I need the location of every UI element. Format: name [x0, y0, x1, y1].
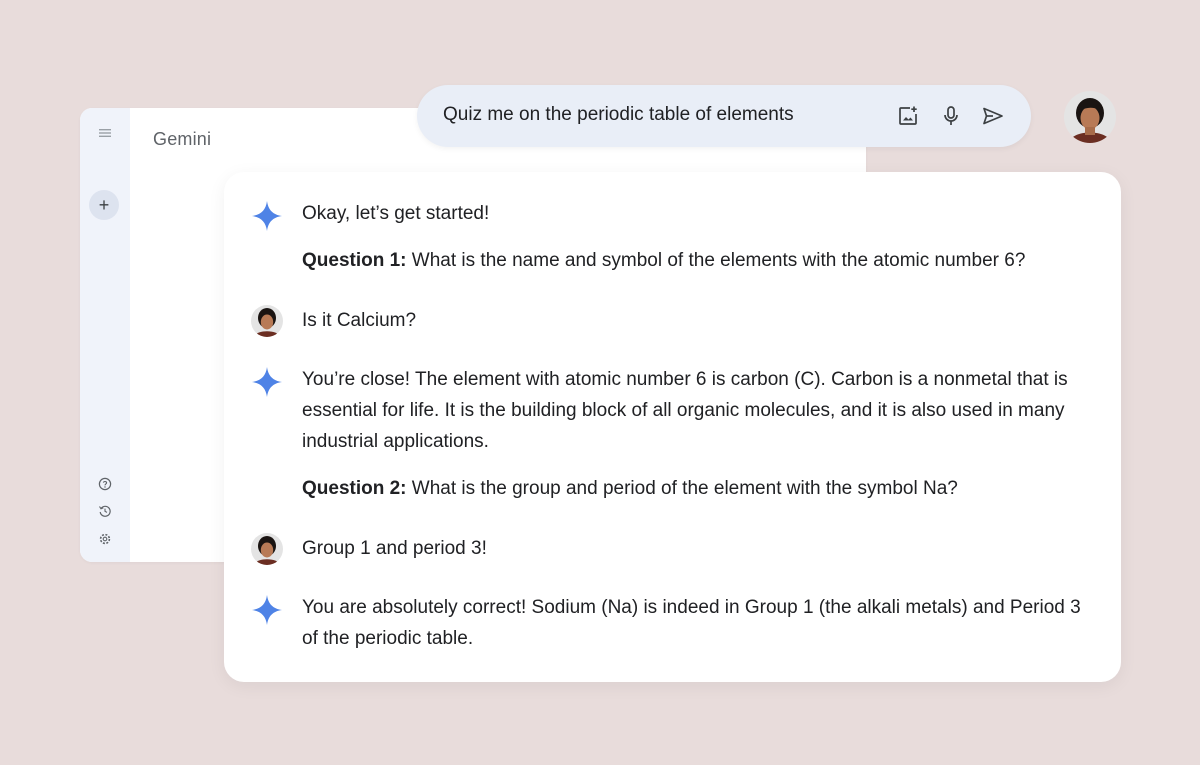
- message-text: Okay, let’s get started!: [302, 203, 490, 224]
- message-text: You’re close! The element with atomic nu…: [302, 369, 1068, 452]
- send-icon[interactable]: [981, 104, 1005, 128]
- question-text: What is the group and period of the elem…: [406, 478, 958, 499]
- plus-icon: +: [98, 195, 110, 215]
- question-label: Question 1:: [302, 250, 407, 271]
- history-icon[interactable]: [94, 500, 116, 522]
- chat-conversation-card: Okay, let’s get started! Question 1: Wha…: [224, 172, 1121, 682]
- side-rail: +: [80, 108, 130, 562]
- message-text: Question 1: What is the name and symbol …: [302, 245, 1102, 276]
- question-text: What is the name and symbol of the eleme…: [406, 250, 1026, 271]
- gemini-sparkle-icon: [252, 595, 282, 625]
- new-chat-button[interactable]: +: [89, 190, 119, 220]
- user-avatar[interactable]: [1064, 91, 1116, 143]
- mic-icon[interactable]: [939, 104, 963, 128]
- message-text: You are absolutely correct! Sodium (Na) …: [302, 597, 1081, 649]
- message-text: Is it Calcium?: [302, 310, 417, 331]
- gemini-sparkle-icon: [252, 201, 282, 231]
- user-avatar: [251, 305, 283, 337]
- gemini-sparkle-icon: [252, 367, 282, 397]
- help-icon[interactable]: [94, 473, 116, 495]
- message-text: Group 1 and period 3!: [302, 538, 487, 559]
- question-label: Question 2:: [302, 478, 407, 499]
- message-text: Question 2: What is the group and period…: [302, 473, 1102, 504]
- menu-icon[interactable]: [94, 122, 116, 144]
- prompt-input-bar[interactable]: Quiz me on the periodic table of element…: [417, 85, 1031, 147]
- app-title: Gemini: [153, 129, 212, 149]
- add-image-icon[interactable]: [896, 104, 920, 128]
- prompt-input-text[interactable]: Quiz me on the periodic table of element…: [443, 104, 794, 126]
- settings-icon[interactable]: [94, 528, 116, 550]
- user-avatar: [251, 533, 283, 565]
